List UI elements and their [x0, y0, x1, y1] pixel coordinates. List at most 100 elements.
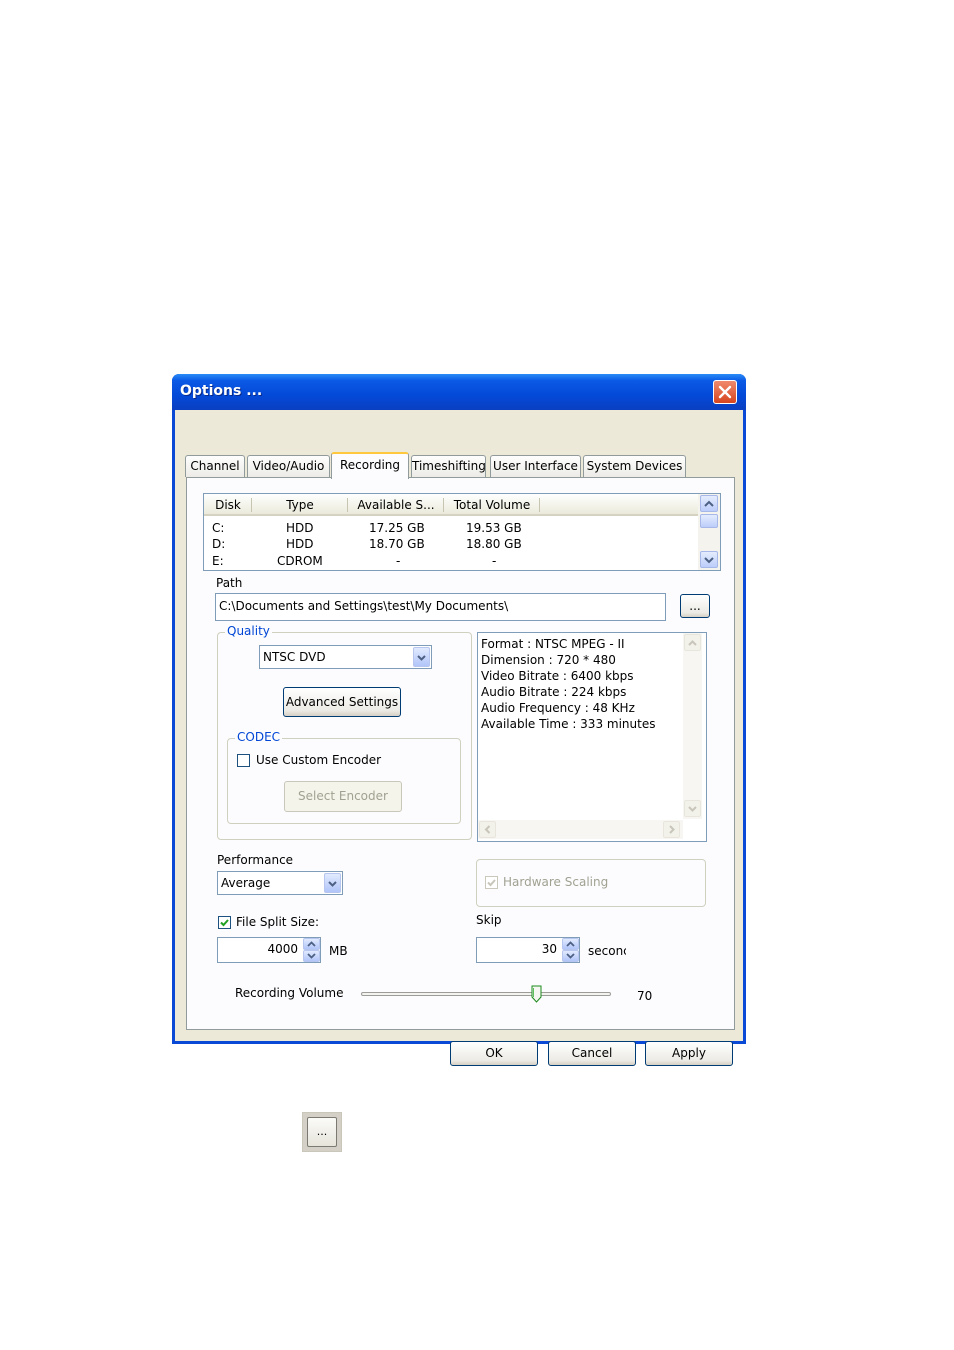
scroll-down-button[interactable] [684, 800, 701, 817]
quality-legend: Quality [225, 624, 272, 638]
chevron-down-icon [566, 953, 575, 959]
tab-system-devices[interactable]: System Devices [583, 455, 686, 477]
scroll-down-button[interactable] [700, 551, 718, 568]
info-line: Available Time : 333 minutes [481, 717, 656, 731]
chevron-left-icon [484, 825, 491, 834]
window-title: Options ... [180, 383, 263, 399]
spin-up-button[interactable] [562, 938, 579, 950]
total-cell: 19.53 GB [466, 521, 522, 535]
info-line: Dimension : 720 * 480 [481, 653, 616, 667]
column-header-type[interactable]: Type [252, 494, 348, 516]
spin-down-button[interactable] [303, 950, 320, 962]
checkmark-icon [487, 879, 496, 887]
path-input[interactable]: C:\Documents and Settings\test\My Docume… [215, 593, 666, 621]
column-header-available[interactable]: Available S... [348, 494, 444, 516]
info-line: Format : NTSC MPEG - II [481, 637, 625, 651]
hardware-scaling-checkbox[interactable] [485, 876, 498, 889]
ok-button[interactable]: OK [450, 1041, 538, 1066]
type-cell: HDD [286, 537, 314, 551]
tab-user-interface[interactable]: User Interface [490, 455, 581, 477]
scroll-up-button[interactable] [700, 495, 718, 512]
total-cell: - [492, 554, 497, 568]
volume-slider-track[interactable] [361, 992, 611, 996]
column-header-disk[interactable]: Disk [204, 494, 252, 516]
skip-spinner[interactable] [562, 938, 579, 962]
chevron-down-icon [307, 953, 316, 959]
scroll-thumb[interactable] [700, 514, 718, 528]
title-bar[interactable]: Options ... [172, 374, 746, 410]
use-custom-encoder-label[interactable]: Use Custom Encoder [256, 753, 381, 767]
recording-volume-value: 70 [637, 989, 653, 1003]
dialog-body: Channel Video/Audio Recording Timeshifti… [175, 410, 743, 1066]
disk-list[interactable]: Disk Type Available S... Total Volume C:… [203, 493, 721, 571]
checkmark-icon [220, 919, 229, 927]
available-cell: - [396, 554, 401, 568]
standalone-browse-frame: ... [302, 1112, 342, 1152]
info-line: Video Bitrate : 6400 kbps [481, 669, 634, 683]
skip-unit: seconc [588, 944, 626, 958]
volume-slider-thumb[interactable] [531, 985, 542, 1003]
available-cell: 18.70 GB [369, 537, 425, 551]
chevron-down-icon [417, 655, 426, 661]
quality-info-box[interactable]: Format : NTSC MPEG - II Dimension : 720 … [477, 632, 707, 842]
chevron-down-icon [688, 806, 697, 812]
column-divider[interactable] [251, 498, 252, 512]
close-icon [718, 385, 732, 399]
advanced-settings-button[interactable]: Advanced Settings [283, 687, 401, 717]
browse-path-button[interactable]: ... [680, 594, 710, 618]
performance-label: Performance [217, 853, 294, 867]
scroll-left-button[interactable] [479, 821, 496, 838]
disk-list-scrollbar[interactable] [698, 494, 720, 570]
spin-up-button[interactable] [303, 938, 320, 950]
chevron-right-icon [669, 825, 675, 834]
dropdown-button[interactable] [413, 647, 430, 667]
spin-down-button[interactable] [562, 950, 579, 962]
chevron-down-icon [328, 881, 337, 887]
file-split-unit: MB [329, 944, 348, 958]
standalone-browse-button[interactable]: ... [307, 1117, 337, 1147]
chevron-down-icon [704, 557, 714, 564]
select-encoder-button[interactable]: Select Encoder [284, 781, 402, 812]
performance-selected: Average [221, 876, 271, 890]
column-divider[interactable] [539, 498, 540, 512]
tab-timeshifting[interactable]: Timeshifting [411, 455, 486, 477]
file-split-label[interactable]: File Split Size: [236, 915, 319, 929]
info-line: Audio Frequency : 48 KHz [481, 701, 635, 715]
disk-cell: E: [212, 554, 224, 568]
skip-label: Skip [476, 913, 502, 927]
info-line: Audio Bitrate : 224 kbps [481, 685, 627, 699]
scroll-up-button[interactable] [684, 634, 701, 651]
total-cell: 18.80 GB [466, 537, 522, 551]
hardware-scaling-label[interactable]: Hardware Scaling [503, 875, 608, 889]
type-cell: HDD [286, 521, 314, 535]
chevron-up-icon [688, 640, 697, 646]
tab-channel[interactable]: Channel [185, 455, 245, 477]
close-button[interactable] [713, 380, 737, 404]
quality-dropdown[interactable]: NTSC DVD [259, 645, 432, 669]
quality-selected: NTSC DVD [263, 650, 326, 664]
tab-recording[interactable]: Recording [331, 452, 409, 479]
scroll-right-button[interactable] [663, 821, 680, 838]
recording-volume-label: Recording Volume [235, 986, 344, 1000]
performance-dropdown[interactable]: Average [217, 871, 343, 895]
column-divider[interactable] [443, 498, 444, 512]
column-divider[interactable] [347, 498, 348, 512]
apply-button[interactable]: Apply [645, 1041, 733, 1066]
chevron-up-icon [307, 941, 316, 947]
tab-video-audio[interactable]: Video/Audio [247, 455, 330, 477]
disk-cell: D: [212, 537, 226, 551]
codec-legend: CODEC [235, 730, 283, 744]
info-horizontal-scrollbar[interactable] [478, 820, 683, 839]
chevron-up-icon [704, 500, 714, 507]
info-vertical-scrollbar[interactable] [683, 633, 702, 819]
file-split-checkbox[interactable] [218, 916, 231, 929]
column-header-blank [540, 494, 698, 516]
cancel-button[interactable]: Cancel [548, 1041, 636, 1066]
disk-cell: C: [212, 521, 225, 535]
use-custom-encoder-checkbox[interactable] [237, 754, 250, 767]
path-label: Path [216, 576, 243, 590]
file-split-spinner[interactable] [303, 938, 320, 962]
dropdown-button[interactable] [324, 873, 341, 893]
chevron-up-icon [566, 941, 575, 947]
column-header-total[interactable]: Total Volume [444, 494, 540, 516]
